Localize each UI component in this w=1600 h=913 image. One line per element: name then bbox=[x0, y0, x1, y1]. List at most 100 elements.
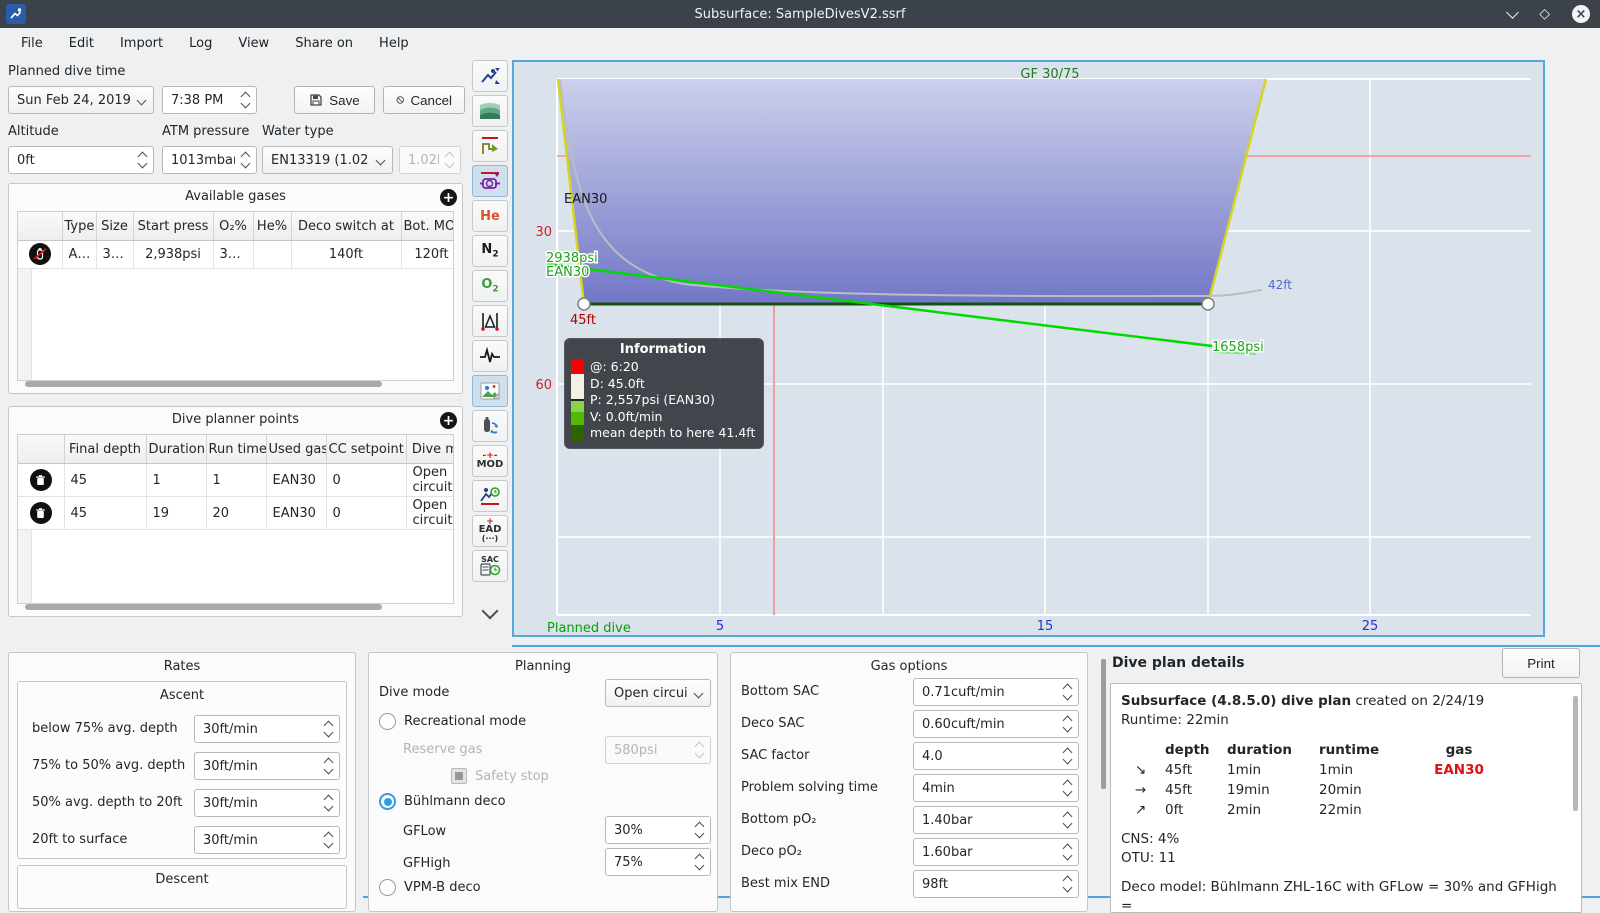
ascent-rate-spinner-2[interactable]: 30ft/min bbox=[194, 752, 340, 780]
save-button[interactable]: Save bbox=[294, 86, 375, 114]
menu-help[interactable]: Help bbox=[366, 28, 422, 58]
spinner-arrows-icon[interactable] bbox=[235, 91, 256, 109]
print-button[interactable]: Print bbox=[1502, 648, 1580, 678]
spinner-arrows-icon[interactable] bbox=[1057, 683, 1078, 701]
maximize-icon[interactable]: ◇ bbox=[1539, 7, 1550, 21]
gases-hscrollbar[interactable] bbox=[25, 381, 382, 387]
spinner-arrows-icon[interactable] bbox=[318, 757, 339, 775]
waypoint-handle[interactable] bbox=[1201, 297, 1215, 311]
safety-stop-checkbox[interactable]: Safety stop bbox=[451, 768, 549, 784]
col-o2[interactable]: O₂% bbox=[213, 212, 254, 241]
dive-time-spinner[interactable]: 7:38 PM bbox=[162, 86, 257, 114]
setpoint-toggle-button[interactable] bbox=[472, 165, 508, 197]
ndl-toggle-button[interactable] bbox=[472, 480, 508, 512]
col-run-time[interactable]: Run time bbox=[206, 435, 267, 464]
gas-change-toggle-button[interactable] bbox=[472, 410, 508, 442]
ceiling-delta-toggle-button[interactable] bbox=[472, 305, 508, 337]
ead-toggle-button[interactable]: + EAD (···) bbox=[472, 515, 508, 547]
cancel-button[interactable]: Cancel bbox=[383, 86, 465, 114]
spinner-arrows-icon[interactable] bbox=[1057, 875, 1078, 893]
close-icon[interactable]: × bbox=[1572, 5, 1590, 23]
spinner-arrows-icon[interactable] bbox=[1057, 811, 1078, 829]
deco-sac-spinner[interactable]: 0.60cuft/min bbox=[913, 710, 1079, 738]
spinner-arrows-icon[interactable] bbox=[1057, 843, 1078, 861]
dive-computer-toggle-button[interactable] bbox=[472, 60, 508, 92]
radio-selected-icon[interactable] bbox=[379, 793, 396, 810]
point-row[interactable]: 45 19 20 EAN30 0 Open circuit bbox=[18, 496, 453, 530]
sac-toggle-button[interactable]: SAC bbox=[472, 550, 508, 582]
col-size[interactable]: Size bbox=[96, 212, 134, 241]
bottom-po2-spinner[interactable]: 1.40bar bbox=[913, 806, 1079, 834]
spinner-arrows-icon[interactable] bbox=[132, 151, 153, 169]
dive-profile-chart[interactable]: GF 30/75 30 60 5 15 25 EAN30 2938psi EAN… bbox=[512, 60, 1545, 637]
cylinder-disabled-icon[interactable] bbox=[28, 243, 51, 265]
menu-import[interactable]: Import bbox=[107, 28, 176, 58]
plan-text-scrollbar[interactable] bbox=[1573, 696, 1578, 811]
col-dive-mode[interactable]: Dive mode bbox=[406, 435, 453, 464]
deco-po2-spinner[interactable]: 1.60bar bbox=[913, 838, 1079, 866]
dive-date-select[interactable]: Sun Feb 24, 2019 bbox=[8, 86, 154, 114]
menu-edit[interactable]: Edit bbox=[56, 28, 107, 58]
add-gas-button[interactable]: + bbox=[440, 189, 457, 206]
spinner-arrows-icon[interactable] bbox=[318, 720, 339, 738]
point-row[interactable]: 45 1 1 EAN30 0 Open circuit bbox=[18, 463, 453, 497]
sac-factor-spinner[interactable]: 4.0 bbox=[913, 742, 1079, 770]
col-used-gas[interactable]: Used gas bbox=[266, 435, 327, 464]
menu-log[interactable]: Log bbox=[176, 28, 225, 58]
radio-icon[interactable] bbox=[379, 713, 396, 730]
delete-point-icon[interactable] bbox=[29, 502, 52, 524]
spinner-arrows-icon[interactable] bbox=[318, 794, 339, 812]
gflow-spinner[interactable]: 30% bbox=[605, 816, 711, 844]
gfhigh-spinner[interactable]: 75% bbox=[605, 848, 711, 876]
altitude-spinner[interactable]: 0ft bbox=[8, 146, 154, 174]
pp-o2-toggle-button[interactable]: O2 bbox=[472, 270, 508, 302]
spinner-arrows-icon[interactable] bbox=[689, 821, 710, 839]
col-final-depth[interactable]: Final depth bbox=[64, 435, 147, 464]
col-he[interactable]: He% bbox=[253, 212, 292, 241]
spinner-arrows-icon[interactable] bbox=[1057, 779, 1078, 797]
water-type-select[interactable]: EN13319 (1.02k bbox=[262, 146, 393, 174]
col-deco-switch[interactable]: Deco switch at bbox=[291, 212, 402, 241]
gas-row[interactable]: A… 3… 2,938psi 3… 140ft 120ft 98f bbox=[18, 240, 453, 269]
heartrate-toggle-button[interactable] bbox=[472, 340, 508, 372]
vpmb-deco-radio[interactable]: VPM-B deco bbox=[379, 879, 481, 896]
points-hscrollbar[interactable] bbox=[25, 604, 382, 610]
add-point-button[interactable]: + bbox=[440, 412, 457, 429]
col-start-press[interactable]: Start press bbox=[133, 212, 214, 241]
col-duration[interactable]: Duration bbox=[146, 435, 207, 464]
ascent-rate-spinner-3[interactable]: 30ft/min bbox=[194, 789, 340, 817]
recreational-mode-radio[interactable]: Recreational mode bbox=[379, 713, 526, 730]
photos-toggle-button[interactable] bbox=[472, 375, 508, 407]
pp-he-toggle-button[interactable]: He bbox=[472, 200, 508, 232]
problem-time-spinner[interactable]: 4min bbox=[913, 774, 1079, 802]
ascent-rate-spinner-4[interactable]: 30ft/min bbox=[194, 826, 340, 854]
mod-toggle-button[interactable]: -+- MOD bbox=[472, 445, 508, 477]
col-icon[interactable] bbox=[18, 435, 65, 464]
waypoint-handle[interactable] bbox=[577, 297, 591, 311]
radio-icon[interactable] bbox=[379, 879, 396, 896]
checkbox-icon[interactable] bbox=[451, 768, 467, 784]
atm-pressure-spinner[interactable]: 1013mbar bbox=[162, 146, 257, 174]
col-cc-setpoint[interactable]: CC setpoint bbox=[326, 435, 407, 464]
ascent-rate-spinner-1[interactable]: 30ft/min bbox=[194, 715, 340, 743]
col-bot-mod[interactable]: Bot. MOD bbox=[401, 212, 453, 241]
toolbar-scroll-down[interactable] bbox=[481, 602, 499, 621]
pp-n2-toggle-button[interactable]: N2 bbox=[472, 235, 508, 267]
spinner-arrows-icon[interactable] bbox=[689, 853, 710, 871]
col-type[interactable]: Type bbox=[62, 212, 97, 241]
col-icon[interactable] bbox=[18, 212, 63, 241]
buhlmann-deco-radio[interactable]: Bühlmann deco bbox=[379, 793, 506, 810]
shade-toggle-button[interactable] bbox=[472, 95, 508, 127]
dc-ceiling-toggle-button[interactable] bbox=[472, 130, 508, 162]
menu-file[interactable]: File bbox=[8, 28, 56, 58]
plan-text-box[interactable]: Subsurface (4.8.5.0) dive plan created o… bbox=[1110, 683, 1582, 913]
best-mix-end-spinner[interactable]: 98ft bbox=[913, 870, 1079, 898]
spinner-arrows-icon[interactable] bbox=[235, 151, 256, 169]
information-tooltip[interactable]: Information @: 6:20 D: 45.0ft P: 2,557ps… bbox=[564, 338, 764, 449]
spinner-arrows-icon[interactable] bbox=[1057, 715, 1078, 733]
details-vscrollbar[interactable] bbox=[1101, 659, 1106, 789]
dive-mode-select[interactable]: Open circuit bbox=[605, 679, 711, 707]
bottom-sac-spinner[interactable]: 0.71cuft/min bbox=[913, 678, 1079, 706]
spinner-arrows-icon[interactable] bbox=[1057, 747, 1078, 765]
delete-point-icon[interactable] bbox=[29, 469, 52, 491]
